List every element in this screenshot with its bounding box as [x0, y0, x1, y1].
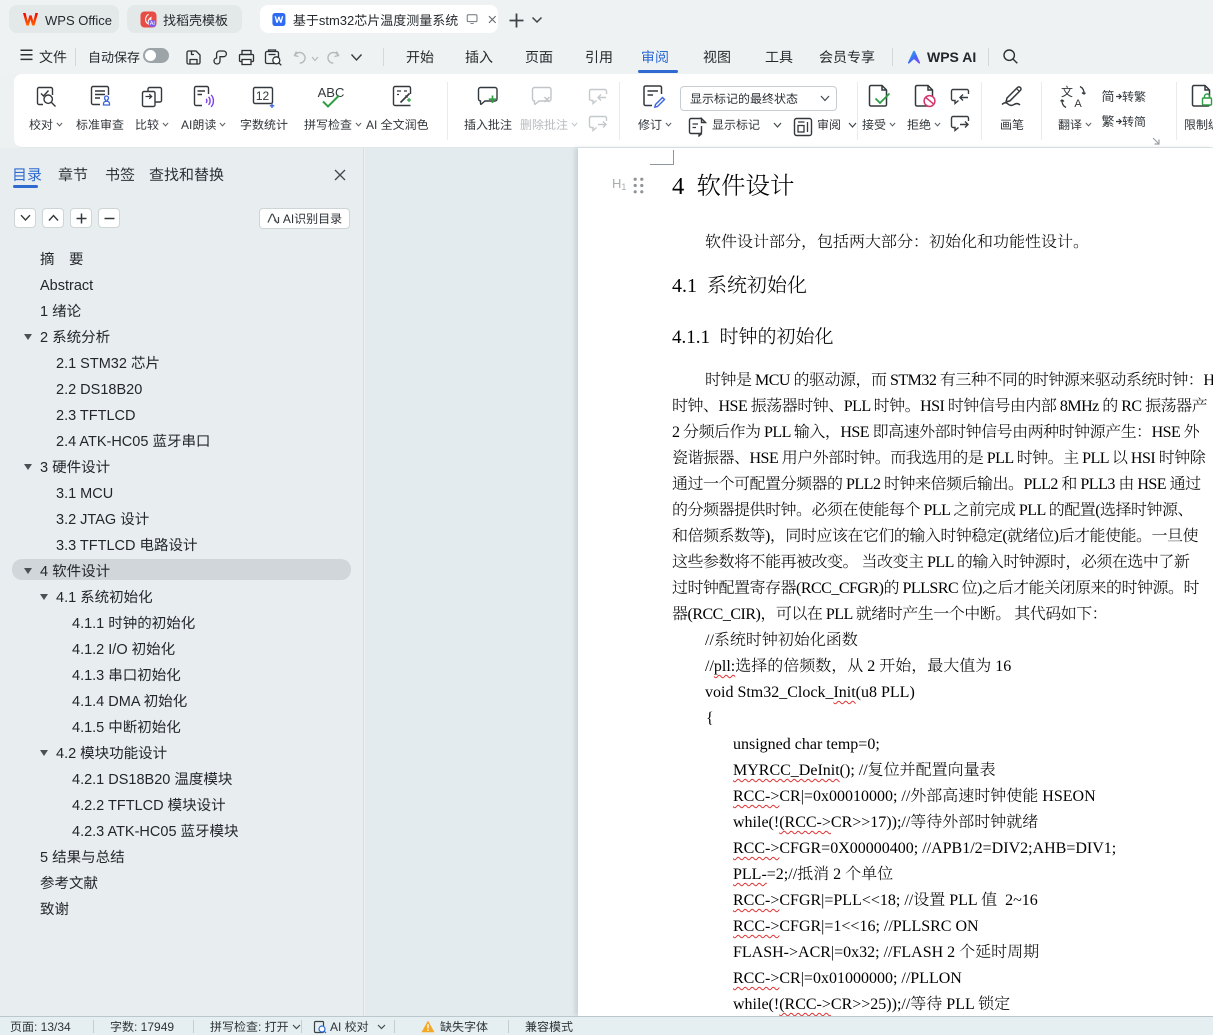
svg-text:繁: 繁	[1101, 113, 1114, 130]
svg-text:简: 简	[1101, 88, 1114, 105]
svg-text:12: 12	[256, 89, 270, 103]
svg-text:AI: AI	[150, 21, 156, 27]
svg-text:ABC: ABC	[318, 85, 345, 100]
svg-text:文: 文	[1061, 84, 1073, 99]
svg-text:A: A	[1074, 98, 1082, 110]
